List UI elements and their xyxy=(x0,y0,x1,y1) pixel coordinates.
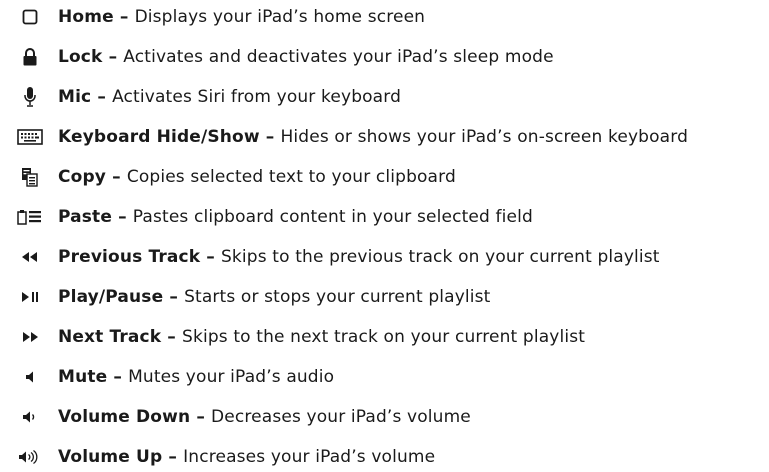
item-description: Starts or stops your current playlist xyxy=(184,287,491,307)
item-name: Volume Up xyxy=(58,447,163,467)
item-name: Previous Track xyxy=(58,247,201,267)
item-separator: – xyxy=(162,447,184,467)
item-description: Skips to the next track on your current … xyxy=(182,327,586,347)
list-item-home: Home – Displays your iPad’s home screen xyxy=(0,2,769,32)
item-description: Displays your iPad’s home screen xyxy=(134,7,426,27)
item-description: Hides or shows your iPad’s on-screen key… xyxy=(280,127,689,147)
item-name: Mute xyxy=(58,367,108,387)
item-description: Decreases your iPad’s volume xyxy=(211,407,471,427)
item-separator: – xyxy=(112,207,133,227)
item-description: Activates and deactivates your iPad’s sl… xyxy=(123,47,554,67)
list-item-next-track: Next Track – Skips to the next track on … xyxy=(0,322,769,352)
list-item-copy: Copy – Copies selected text to your clip… xyxy=(0,162,769,192)
item-name: Paste xyxy=(58,207,112,227)
item-separator: – xyxy=(200,247,221,267)
item-description: Pastes clipboard content in your selecte… xyxy=(132,207,533,227)
list-item-text: Volume Down – Decreases your iPad’s volu… xyxy=(58,402,471,432)
list-item-mic: Mic – Activates Siri from your keyboard xyxy=(0,82,769,112)
list-item-text: Keyboard Hide/Show – Hides or shows your… xyxy=(58,122,688,152)
list-item-lock: Lock – Activates and deactivates your iP… xyxy=(0,42,769,72)
list-item-text: Mic – Activates Siri from your keyboard xyxy=(58,82,401,112)
list-item-previous-track: Previous Track – Skips to the previous t… xyxy=(0,242,769,272)
list-item-play-pause: Play/Pause – Starts or stops your curren… xyxy=(0,282,769,312)
item-description: Skips to the previous track on your curr… xyxy=(220,247,660,267)
mute-icon xyxy=(12,365,48,389)
keyboard-shortcut-list: Home – Displays your iPad’s home screen … xyxy=(0,0,769,467)
list-item-text: Paste – Pastes clipboard content in your… xyxy=(58,202,533,232)
list-item-text: Next Track – Skips to the next track on … xyxy=(58,322,585,352)
item-description: Increases your iPad’s volume xyxy=(183,447,436,467)
volume-up-icon xyxy=(12,445,48,469)
next-track-icon xyxy=(12,325,48,349)
item-name: Lock xyxy=(58,47,103,67)
item-separator: – xyxy=(91,87,113,107)
list-item-text: Home – Displays your iPad’s home screen xyxy=(58,2,425,32)
list-item-text: Previous Track – Skips to the previous t… xyxy=(58,242,660,272)
copy-icon xyxy=(12,165,48,189)
list-item-mute: Mute – Mutes your iPad’s audio xyxy=(0,362,769,392)
item-name: Play/Pause xyxy=(58,287,164,307)
item-separator: – xyxy=(163,287,185,307)
item-separator: – xyxy=(107,367,129,387)
item-description: Copies selected text to your clipboard xyxy=(126,167,456,187)
item-separator: – xyxy=(161,327,183,347)
list-item-volume-up: Volume Up – Increases your iPad’s volume xyxy=(0,442,769,472)
item-name: Volume Down xyxy=(58,407,191,427)
list-item-text: Volume Up – Increases your iPad’s volume xyxy=(58,442,435,472)
previous-track-icon xyxy=(12,245,48,269)
item-name: Mic xyxy=(58,87,92,107)
item-description: Activates Siri from your keyboard xyxy=(112,87,402,107)
play-pause-icon xyxy=(12,285,48,309)
lock-icon xyxy=(12,45,48,69)
mic-icon xyxy=(12,85,48,109)
list-item-text: Mute – Mutes your iPad’s audio xyxy=(58,362,334,392)
list-item-text: Lock – Activates and deactivates your iP… xyxy=(58,42,554,72)
list-item-keyboard: Keyboard Hide/Show – Hides or shows your… xyxy=(0,122,769,152)
item-separator: – xyxy=(106,167,127,187)
keyboard-icon xyxy=(12,125,48,149)
paste-icon xyxy=(12,205,48,229)
list-item-text: Copy – Copies selected text to your clip… xyxy=(58,162,456,192)
list-item-paste: Paste – Pastes clipboard content in your… xyxy=(0,202,769,232)
item-name: Next Track xyxy=(58,327,162,347)
item-name: Copy xyxy=(58,167,107,187)
item-description: Mutes your iPad’s audio xyxy=(128,367,335,387)
item-separator: – xyxy=(113,7,135,27)
home-icon xyxy=(12,5,48,29)
item-name: Home xyxy=(58,7,114,27)
list-item-volume-down: Volume Down – Decreases your iPad’s volu… xyxy=(0,402,769,432)
item-separator: – xyxy=(259,127,281,147)
volume-down-icon xyxy=(12,405,48,429)
item-name: Keyboard Hide/Show xyxy=(58,127,260,147)
item-separator: – xyxy=(102,47,124,67)
list-item-text: Play/Pause – Starts or stops your curren… xyxy=(58,282,491,312)
item-separator: – xyxy=(190,407,212,427)
